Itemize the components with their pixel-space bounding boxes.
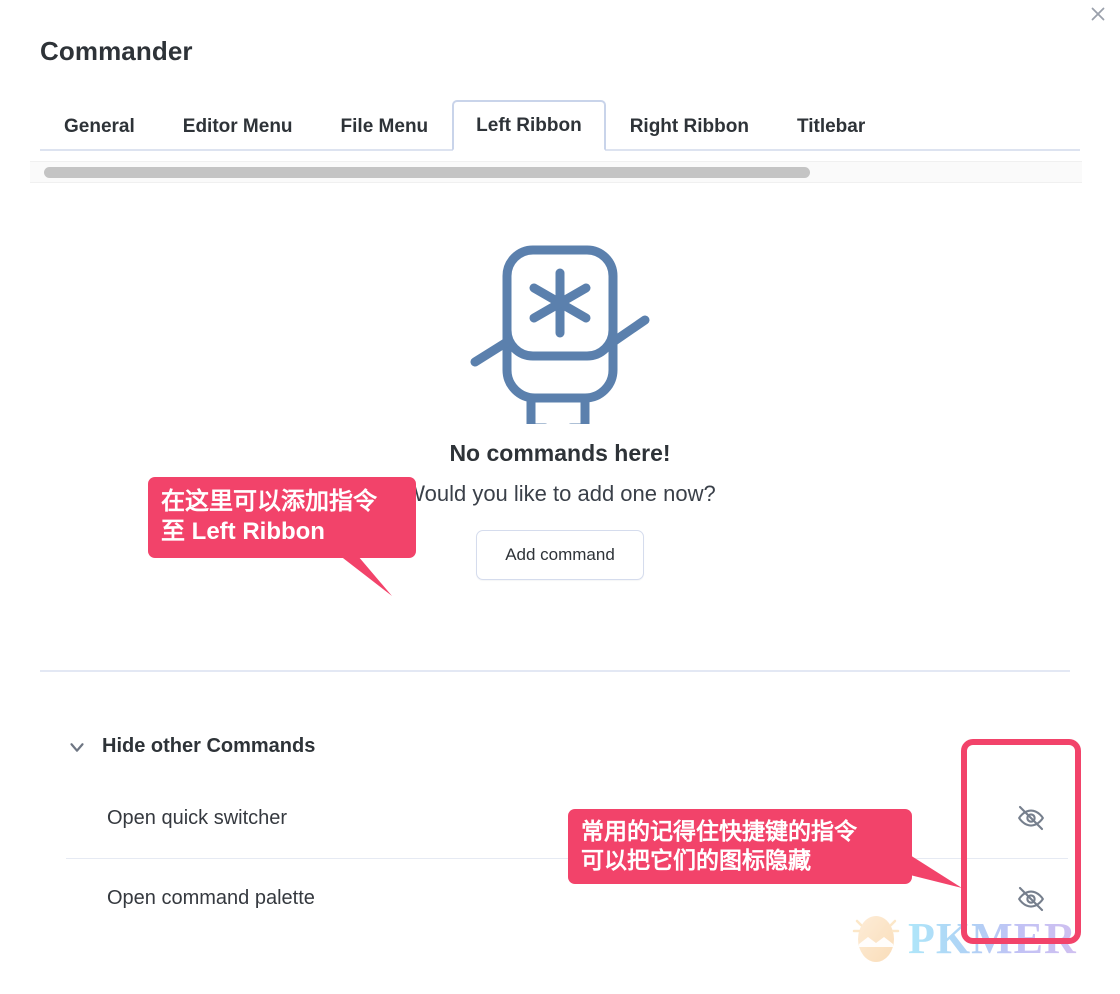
list-item[interactable]: Open command palette [66,858,1068,938]
command-label: Open command palette [107,887,315,909]
command-list: Open quick switcher Open command palette [66,778,1068,938]
empty-state-title: No commands here! [449,440,671,466]
tab-editor-menu[interactable]: Editor Menu [159,103,317,151]
tab-bar: General Editor Menu File Menu Left Ribbo… [40,99,1080,151]
chevron-down-icon [66,736,88,758]
tab-general[interactable]: General [40,103,159,151]
annotation-callout-1-line1: 在这里可以添加指令 [161,488,377,515]
add-command-button[interactable]: Add command [476,530,644,580]
section-divider [40,670,1070,672]
annotation-callout-2-line2: 可以把它们的图标隐藏 [581,846,811,873]
tab-left-ribbon[interactable]: Left Ribbon [452,100,606,151]
eye-off-icon[interactable] [1008,876,1054,922]
eye-off-icon[interactable] [1008,795,1054,841]
close-icon [1088,4,1108,24]
commander-settings-modal: Commander General Editor Menu File Menu … [0,0,1120,994]
annotation-callout-1-line2: 至 Left Ribbon [161,518,325,546]
tab-right-ribbon[interactable]: Right Ribbon [606,103,773,151]
tab-titlebar[interactable]: Titlebar [773,103,889,151]
annotation-callout-2-line1: 常用的记得住快捷键的指令 [581,818,857,844]
list-item[interactable]: Open quick switcher [66,778,1068,858]
hide-other-commands-header[interactable]: Hide other Commands [66,735,315,758]
annotation-callout-1: 在这里可以添加指令 至 Left Ribbon [148,477,416,559]
page-title: Commander [40,36,193,66]
robot-asterisk-icon [0,232,1120,424]
close-button[interactable] [1084,0,1112,28]
horizontal-scrollbar-track[interactable] [30,161,1082,183]
command-label: Open quick switcher [107,806,288,829]
annotation-callout-2: 常用的记得住快捷键的指令 可以把它们的图标隐藏 [568,809,912,884]
horizontal-scrollbar-thumb[interactable] [44,167,810,178]
tab-file-menu[interactable]: File Menu [317,103,453,151]
hide-other-commands-title: Hide other Commands [102,735,316,757]
